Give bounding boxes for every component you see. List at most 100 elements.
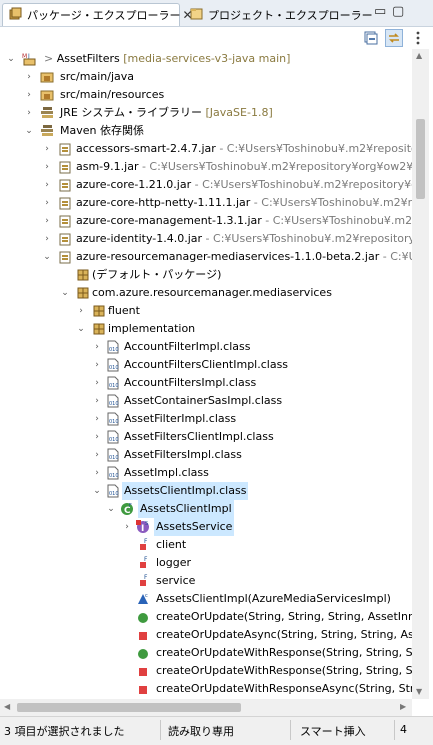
package-icon <box>76 286 90 300</box>
horizontal-scroll-thumb[interactable] <box>17 703 241 712</box>
library-icon <box>40 124 54 138</box>
tree-item-class-file[interactable]: › 010 AccountFiltersClientImpl.class <box>0 356 412 374</box>
tree-item-class-file[interactable]: › 010 AssetImpl.class <box>0 464 412 482</box>
package-icon <box>76 268 90 282</box>
tree-item-label: client <box>156 538 187 551</box>
view-menu-button[interactable] <box>409 29 427 47</box>
tree-item-class-file[interactable]: › 010 AccountFiltersImpl.class <box>0 374 412 392</box>
vertical-scroll-thumb[interactable] <box>416 119 425 199</box>
expand-arrow-icon[interactable]: ⌄ <box>60 284 70 302</box>
status-mode: 読み取り専用 <box>168 725 234 738</box>
expand-arrow-icon[interactable]: › <box>42 176 52 194</box>
tree-item-field[interactable]: F service <box>0 572 412 590</box>
jar-path: - C:¥Users <box>382 250 412 263</box>
expand-arrow-icon[interactable]: › <box>42 212 52 230</box>
svg-text:010: 010 <box>109 473 119 479</box>
svg-text:010: 010 <box>109 347 119 353</box>
tree-item-class-file[interactable]: › 010 AccountFilterImpl.class <box>0 338 412 356</box>
tree-item-class-file[interactable]: › 010 AssetContainerSasImpl.class <box>0 392 412 410</box>
tree-item-constructor[interactable]: c AssetsClientImpl(AzureMediaServicesImp… <box>0 590 412 608</box>
tree-item-interface[interactable]: › IS AssetsService <box>0 518 412 536</box>
expand-arrow-icon[interactable]: › <box>24 104 34 122</box>
expand-arrow-icon[interactable]: › <box>24 68 34 86</box>
expand-arrow-icon[interactable]: › <box>92 428 102 446</box>
scroll-down-icon[interactable]: ▼ <box>416 687 422 696</box>
tree-item-class-file[interactable]: › 010 AssetFiltersImpl.class <box>0 446 412 464</box>
tree-item-jar[interactable]: › asm-9.1.jar - C:¥Users¥Toshinobu¥.m2¥r… <box>0 158 412 176</box>
tree-item-class[interactable]: ⌄ CF AssetsClientImpl <box>0 500 412 518</box>
package-explorer-tree[interactable]: ⌄ MJ > AssetFilters [media-services-v3-j… <box>0 49 412 699</box>
tree-item-src-main-resources[interactable]: › src/main/resources <box>0 86 412 104</box>
expand-arrow-icon[interactable]: › <box>42 230 52 248</box>
expand-arrow-icon[interactable]: › <box>42 194 52 212</box>
collapse-all-button[interactable] <box>362 29 380 47</box>
tree-item-jar[interactable]: › accessors-smart-2.4.7.jar - C:¥Users¥T… <box>0 140 412 158</box>
tree-item-jar[interactable]: › azure-core-1.21.0.jar - C:¥Users¥Toshi… <box>0 176 412 194</box>
expand-arrow-icon[interactable]: › <box>42 140 52 158</box>
tree-item-jre[interactable]: › JRE システム・ライブラリー [JavaSE-1.8] <box>0 104 412 122</box>
svg-text:c: c <box>145 593 148 599</box>
status-divider <box>290 720 291 740</box>
tree-item-method[interactable]: createOrUpdateWithResponse(String, Strin… <box>0 662 412 680</box>
link-with-editor-button[interactable] <box>385 29 403 47</box>
scroll-left-icon[interactable]: ◀ <box>4 702 10 711</box>
expand-arrow-icon[interactable]: ⌄ <box>6 50 16 68</box>
tree-item-jar[interactable]: ⌄ azure-resourcemanager-mediaservices-1.… <box>0 248 412 266</box>
tree-item-field[interactable]: F logger <box>0 554 412 572</box>
tree-item-jar[interactable]: › azure-core-http-netty-1.11.1.jar - C:¥… <box>0 194 412 212</box>
tree-item-label: AccountFiltersImpl.class <box>124 376 257 389</box>
private-method-icon <box>136 682 150 696</box>
tree-item-maven-dependencies[interactable]: ⌄ Maven 依存関係 <box>0 122 412 140</box>
expand-arrow-icon[interactable]: › <box>92 410 102 428</box>
expand-arrow-icon[interactable]: ⌄ <box>106 500 116 518</box>
tree-item-default-package[interactable]: (デフォルト・パッケージ) <box>0 266 412 284</box>
tab-project-explorer[interactable]: プロジェクト・エクスプローラー <box>184 3 373 26</box>
scroll-up-icon[interactable]: ▲ <box>416 51 422 60</box>
expand-arrow-icon[interactable]: › <box>92 374 102 392</box>
jar-path: - C:¥Users¥Toshinobu¥.m2¥repository¥org¥… <box>138 160 412 173</box>
tab-package-explorer[interactable]: パッケージ・エクスプローラー ✕ <box>2 3 193 26</box>
expand-arrow-icon[interactable]: ⌄ <box>92 482 102 500</box>
minimize-icon[interactable]: ▭ <box>374 4 386 19</box>
scroll-right-icon[interactable]: ▶ <box>400 702 406 711</box>
tree-item-implementation[interactable]: ⌄ implementation <box>0 320 412 338</box>
maximize-icon[interactable]: ▢ <box>392 4 404 19</box>
tree-item-class-file[interactable]: › 010 AssetFiltersClientImpl.class <box>0 428 412 446</box>
tree-item-fluent[interactable]: › fluent <box>0 302 412 320</box>
status-position: 4 <box>400 723 407 736</box>
tree-item-method[interactable]: createOrUpdateAsync(String, String, Stri… <box>0 626 412 644</box>
expand-arrow-icon[interactable]: › <box>42 158 52 176</box>
view-toolbar <box>0 27 433 49</box>
tree-item-jar[interactable]: › azure-core-management-1.3.1.jar - C:¥U… <box>0 212 412 230</box>
expand-arrow-icon[interactable]: › <box>92 356 102 374</box>
tree-item-label: AccountFilterImpl.class <box>124 340 251 353</box>
expand-arrow-icon[interactable]: › <box>76 302 86 320</box>
tree-item-method[interactable]: createOrUpdateWithResponse(String, Strin… <box>0 644 412 662</box>
expand-arrow-icon[interactable]: › <box>24 86 34 104</box>
tree-item-jar[interactable]: › azure-identity-1.4.0.jar - C:¥Users¥To… <box>0 230 412 248</box>
svg-text:S: S <box>145 521 148 527</box>
tree-item-field[interactable]: F client <box>0 536 412 554</box>
tree-item-class-file-selected[interactable]: ⌄ 010 AssetsClientImpl.class <box>0 482 412 500</box>
project-name: AssetFilters <box>56 52 120 65</box>
tree-item-method[interactable]: createOrUpdateWithResponseAsync(String, … <box>0 680 412 698</box>
expand-arrow-icon[interactable]: › <box>92 392 102 410</box>
tree-item-project[interactable]: ⌄ MJ > AssetFilters [media-services-v3-j… <box>0 50 412 68</box>
package-icon <box>92 322 106 336</box>
expand-arrow-icon[interactable]: › <box>92 338 102 356</box>
tree-item-label: AssetFiltersClientImpl.class <box>124 430 274 443</box>
jar-path: - C:¥Users¥Toshinobu¥.m2¥repo <box>253 196 412 209</box>
expand-arrow-icon[interactable]: ⌄ <box>76 320 86 338</box>
class-file-icon: 010 <box>106 484 120 498</box>
tree-item-src-main-java[interactable]: › src/main/java <box>0 68 412 86</box>
vertical-scrollbar[interactable]: ▲ ▼ <box>412 49 429 699</box>
expand-arrow-icon[interactable]: › <box>92 464 102 482</box>
expand-arrow-icon[interactable]: › <box>92 446 102 464</box>
expand-arrow-icon[interactable]: › <box>122 518 132 536</box>
expand-arrow-icon[interactable]: ⌄ <box>24 122 34 140</box>
tree-item-package[interactable]: ⌄ com.azure.resourcemanager.mediaservice… <box>0 284 412 302</box>
tree-item-method[interactable]: createOrUpdate(String, String, String, A… <box>0 608 412 626</box>
horizontal-scrollbar[interactable]: ◀ ▶ <box>0 699 412 716</box>
expand-arrow-icon[interactable]: ⌄ <box>42 248 52 266</box>
tree-item-class-file[interactable]: › 010 AssetFilterImpl.class <box>0 410 412 428</box>
